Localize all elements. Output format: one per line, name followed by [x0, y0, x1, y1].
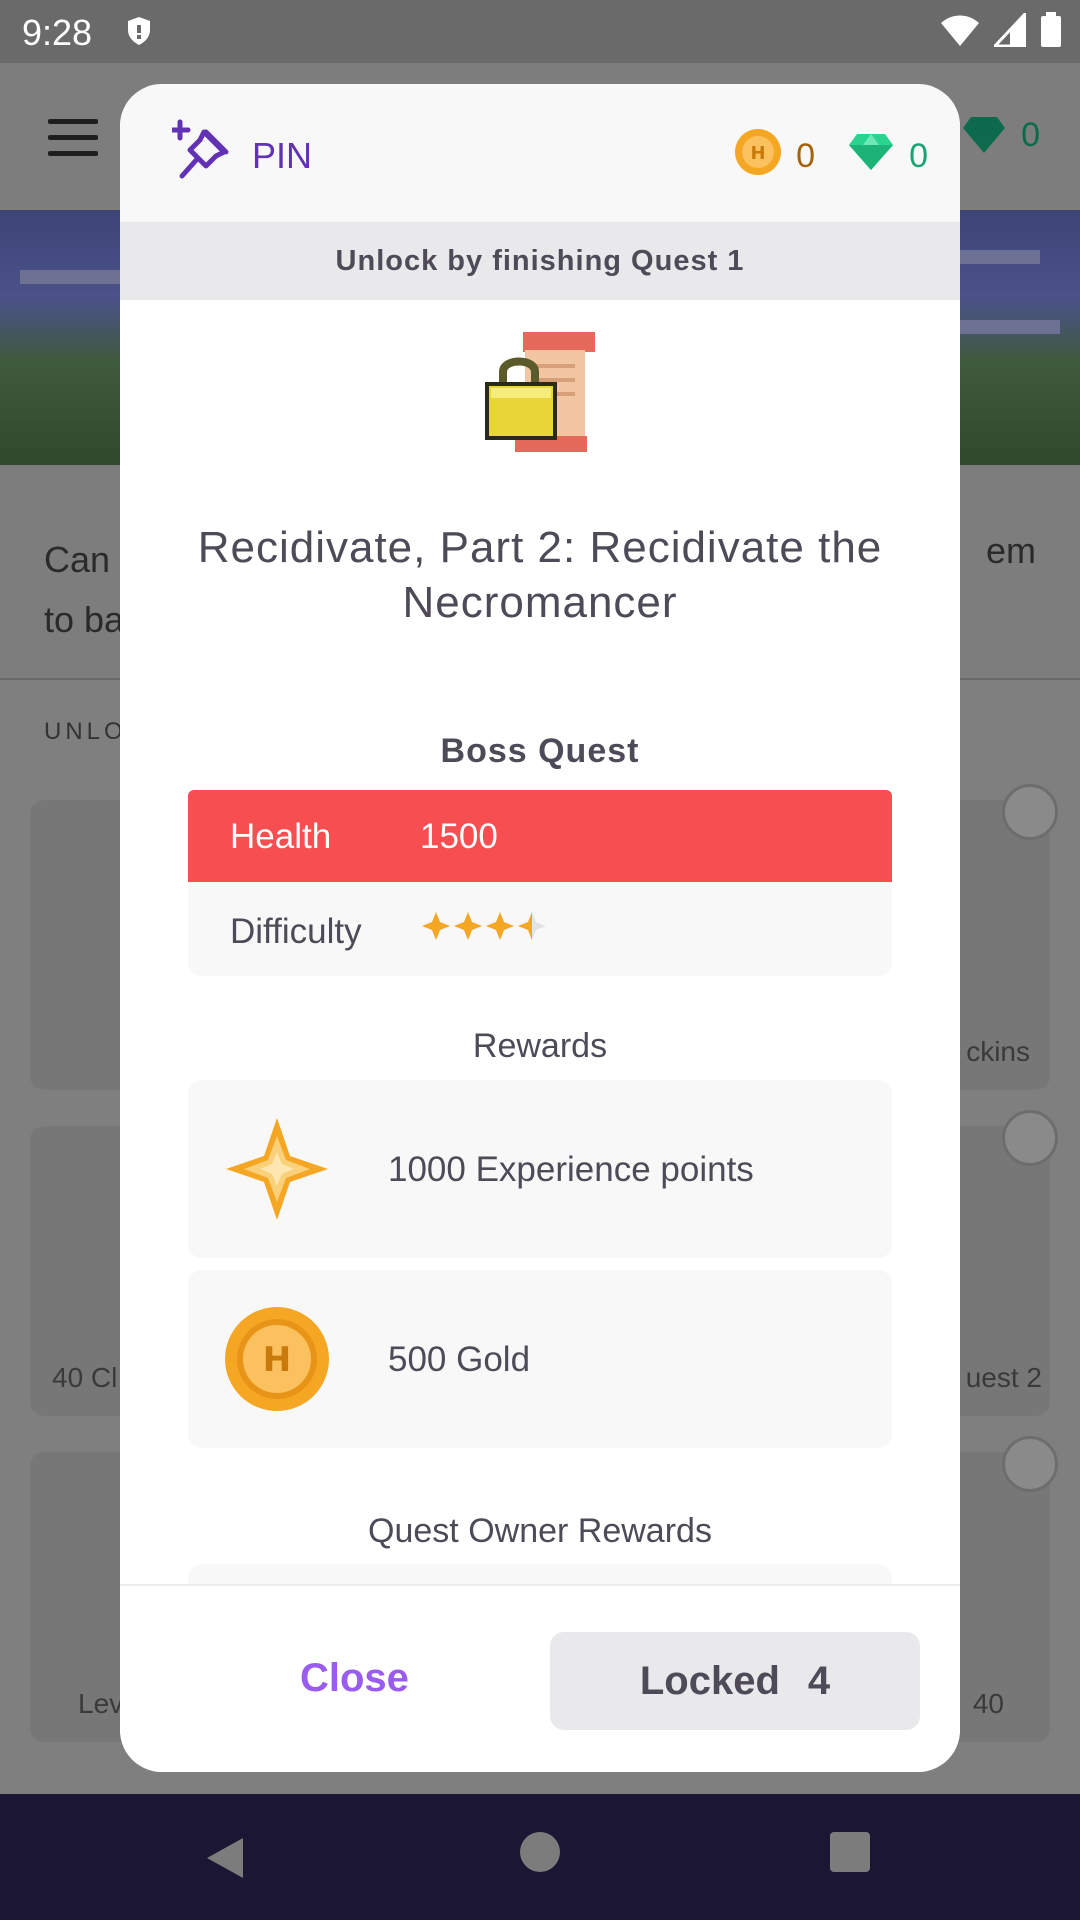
locked-count: 4 [807, 1659, 831, 1703]
locked-quest-scroll-icon [475, 324, 605, 459]
star-filled-icon [454, 912, 482, 940]
star-filled-icon [518, 912, 546, 940]
currency-counters: H 0 0 [734, 128, 928, 185]
home-icon[interactable] [520, 1832, 560, 1872]
svg-text:H: H [263, 1340, 291, 1380]
close-button[interactable]: Close [300, 1656, 409, 1701]
star-filled-icon [486, 912, 514, 940]
battery-icon [1040, 12, 1062, 53]
experience-star-icon [224, 1116, 330, 1227]
reward-text: 1000 Experience points [388, 1150, 754, 1189]
gold-coin-icon: H [734, 128, 782, 185]
wifi-icon [940, 13, 980, 52]
rewards-label: Rewards [472, 1027, 608, 1065]
quest-title: Recidivate, Part 2: Recidivate the Necro… [197, 523, 883, 627]
lock-icon [1002, 1110, 1058, 1166]
gold-coin-icon: H [224, 1306, 330, 1417]
locked-button[interactable]: Locked 4 [550, 1632, 920, 1730]
bg-gem-counter: 0 [961, 115, 1040, 155]
recents-icon[interactable] [830, 1832, 870, 1872]
quest-owner-rewards-label: Quest Owner Rewards [368, 1512, 712, 1550]
health-label: Health [230, 817, 332, 856]
quest-detail-dialog: PIN H 0 0 Unlock by finishing Quest 1 Re… [120, 84, 960, 1772]
gem-icon [847, 132, 895, 181]
signal-icon [991, 10, 1027, 52]
reward-gold: H 500 Gold [188, 1270, 892, 1448]
shield-icon [126, 16, 152, 51]
boss-health-row: Health 1500 [188, 790, 892, 882]
boss-quest-label: Boss Quest [440, 732, 640, 770]
dialog-header: PIN H 0 0 [120, 84, 960, 222]
dialog-footer: Close Locked 4 [120, 1584, 960, 1772]
pin-button[interactable]: PIN [169, 118, 313, 193]
reward-experience: 1000 Experience points [188, 1080, 892, 1258]
lock-icon [1002, 1436, 1058, 1492]
pin-icon [169, 118, 238, 193]
status-bar: 9:28 [0, 0, 1080, 63]
reward-text: 500 Gold [388, 1340, 531, 1379]
difficulty-label: Difficulty [230, 912, 362, 951]
menu-icon[interactable] [48, 119, 98, 157]
unlock-requirement: Unlock by finishing Quest 1 [120, 222, 960, 300]
difficulty-row: Difficulty [188, 882, 892, 976]
difficulty-stars [420, 910, 548, 942]
back-icon[interactable] [205, 1836, 245, 1885]
gold-counter: H 0 [734, 128, 815, 185]
bg-list-label: UNLO [44, 718, 127, 745]
system-nav-bar [0, 1794, 1080, 1920]
status-time: 9:28 [22, 12, 93, 53]
locked-label: Locked [639, 1659, 780, 1703]
svg-text:H: H [751, 143, 766, 164]
lock-icon [1002, 784, 1058, 840]
health-value: 1500 [420, 817, 498, 856]
pin-label: PIN [252, 134, 313, 176]
star-filled-icon [422, 912, 450, 940]
gem-counter: 0 [847, 132, 928, 181]
